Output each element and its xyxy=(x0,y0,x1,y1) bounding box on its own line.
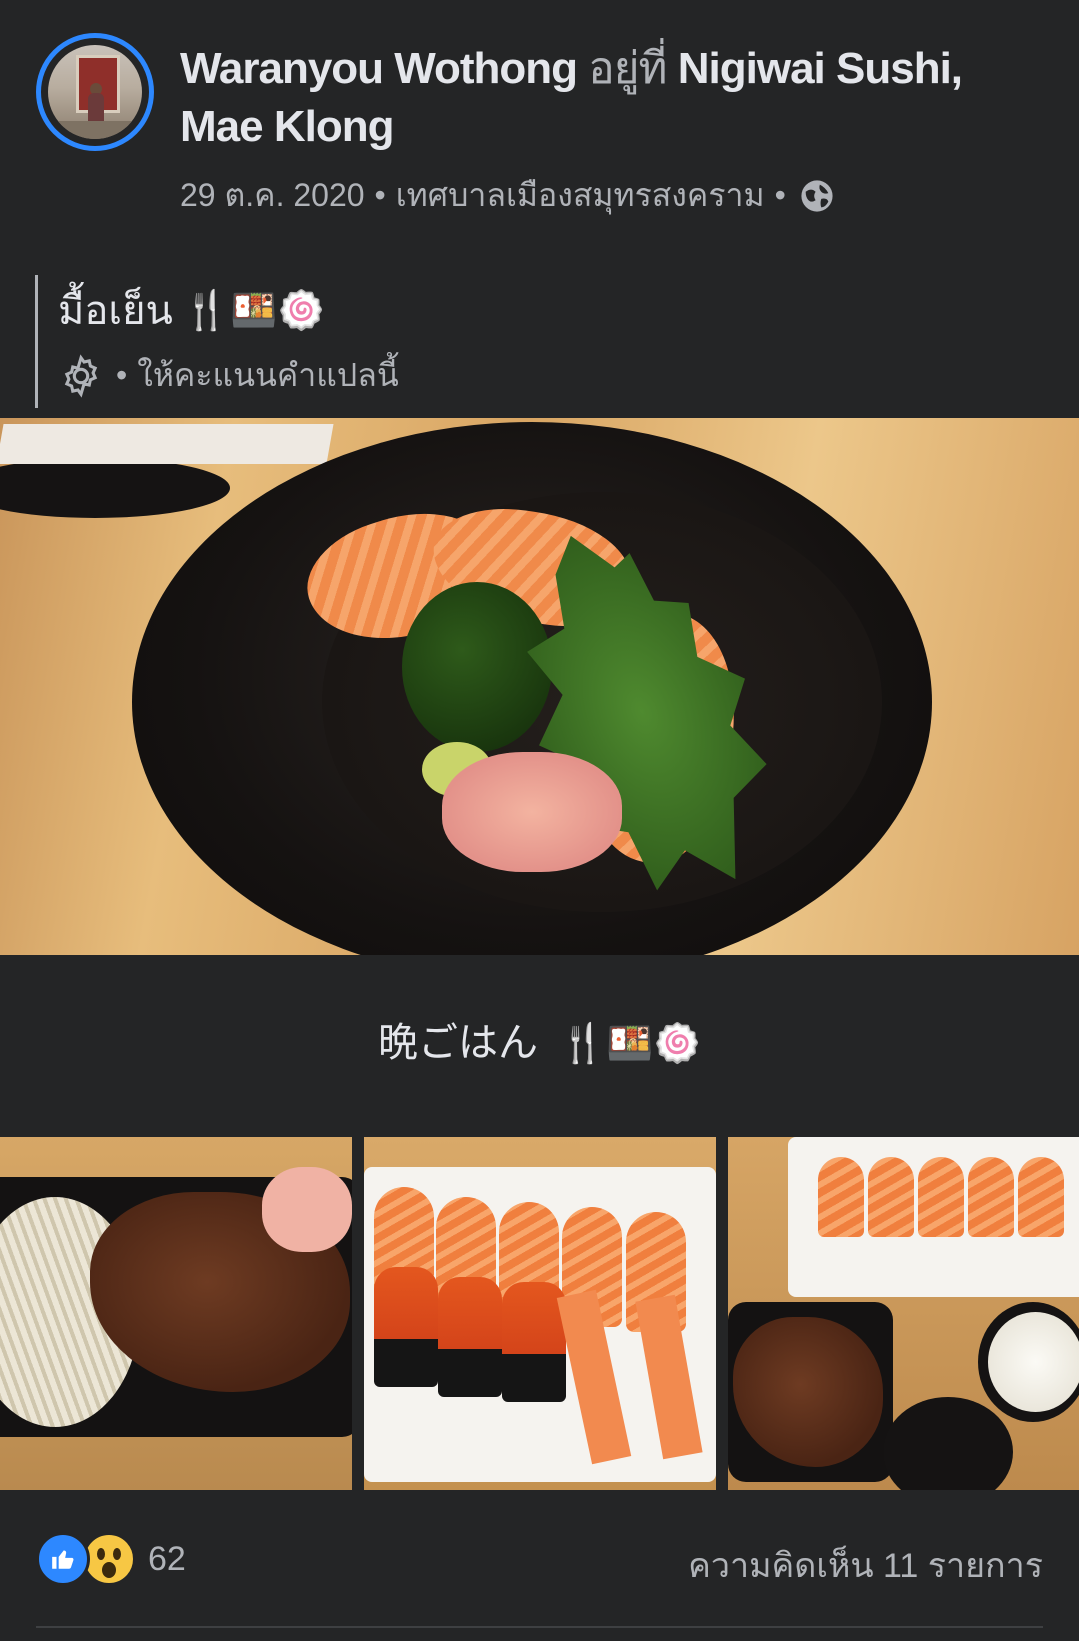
avatar-photo xyxy=(48,45,142,139)
translate-rating-link[interactable]: ให้คะแนนคำแปลนี้ xyxy=(137,350,398,401)
caption-text: มื้อเย็น xyxy=(58,289,173,333)
translation-rating: • ให้คะแนนคำแปลนี้ xyxy=(58,350,399,401)
footer-divider xyxy=(36,1626,1043,1628)
caption-emojis: 🍴🍱🍥 xyxy=(182,287,325,332)
post-location[interactable]: เทศบาลเมืองสมุทรสงคราม xyxy=(396,170,765,221)
comments-count-link[interactable]: ความคิดเห็น 11 รายการ xyxy=(688,1538,1043,1592)
globe-icon[interactable] xyxy=(800,179,834,213)
meta-separator: • xyxy=(116,357,128,393)
post-caption: มื้อเย็น 🍴🍱🍥 xyxy=(58,278,325,342)
like-icon xyxy=(36,1532,90,1586)
caption-quote-bar xyxy=(35,275,38,408)
photo-caption: 晩ごはん 🍴🍱🍥 xyxy=(0,1010,1079,1068)
wow-icon xyxy=(82,1532,136,1586)
meta-separator: • xyxy=(374,177,386,213)
author-avatar[interactable] xyxy=(36,33,154,151)
post-meta: 29 ต.ค. 2020 • เทศบาลเมืองสมุทรสงคราม • xyxy=(180,170,834,221)
post-photo-thumb[interactable] xyxy=(364,1137,716,1490)
at-label: อยู่ที่ xyxy=(588,44,667,93)
reaction-count: 62 xyxy=(148,1539,186,1578)
meta-separator: • xyxy=(774,177,786,213)
photo-caption-text: 晩ごはん xyxy=(377,1021,538,1065)
post-photo-main[interactable] xyxy=(0,418,1079,955)
post-date[interactable]: 29 ต.ค. 2020 xyxy=(180,170,365,221)
post-header: Waranyou Wothong อยู่ที่ Nigiwai Sushi, … xyxy=(180,40,1050,156)
post-photo-thumb[interactable] xyxy=(0,1137,352,1490)
author-name[interactable]: Waranyou Wothong xyxy=(180,44,578,93)
gear-icon[interactable] xyxy=(58,353,104,399)
photo-caption-emojis: 🍴🍱🍥 xyxy=(559,1021,702,1065)
reactions-summary[interactable]: 62 xyxy=(36,1532,186,1586)
post-photo-thumb[interactable] xyxy=(728,1137,1079,1490)
